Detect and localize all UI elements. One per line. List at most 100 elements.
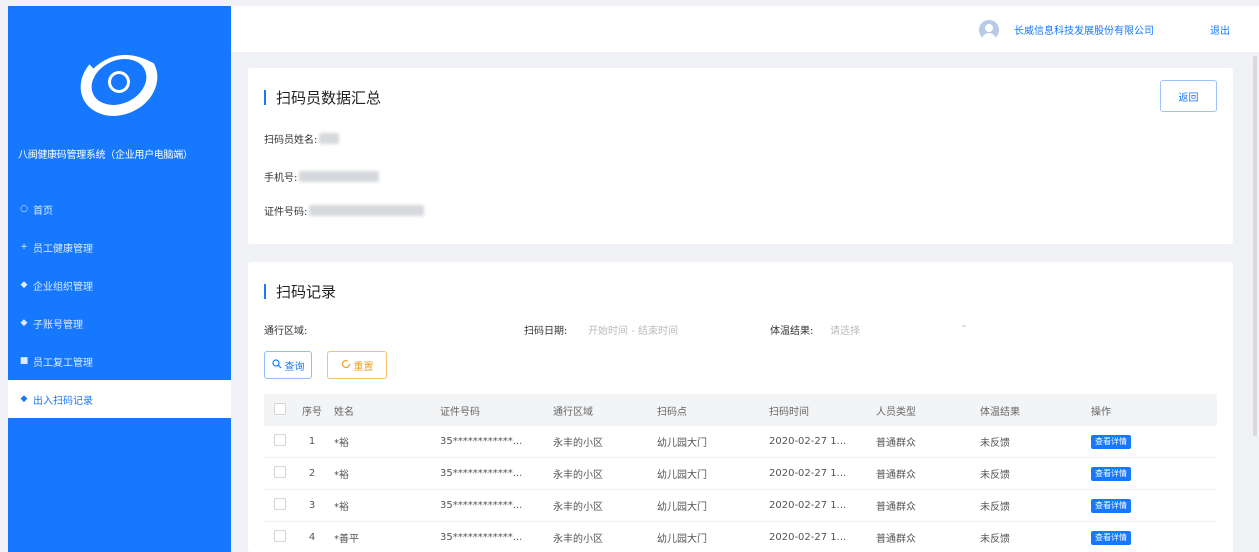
col-action: 操作	[1091, 406, 1111, 418]
cell-type: 普通群众	[876, 534, 916, 545]
date-range-input[interactable]: 开始时间 - 结束时间	[588, 322, 678, 337]
cell-temp: 未反馈	[980, 534, 1010, 545]
logout-link[interactable]: 退出	[1210, 22, 1230, 37]
sidebar-item-label: 子账号管理	[33, 319, 83, 331]
sidebar-item-label: 员工健康管理	[33, 243, 93, 255]
header: 长威信息科技发展股份有限公司 退出	[231, 6, 1259, 52]
area-filter-label: 通行区域:	[264, 326, 308, 337]
cell-area: 永丰的小区	[553, 534, 603, 545]
scanner-summary-card: 扫码员数据汇总 返回 扫码员姓名: 手机号: 证件号码:	[248, 68, 1233, 244]
cell-area: 永丰的小区	[553, 438, 603, 449]
cell-point: 幼儿园大门	[657, 534, 707, 545]
sidebar-item-scan-records[interactable]: ◆ 出入扫码记录	[8, 380, 231, 418]
temp-select[interactable]: 请选择	[830, 322, 860, 337]
cell-name: *善平	[334, 534, 359, 545]
scanner-name-label: 扫码员姓名:	[264, 135, 318, 146]
cell-index: 1	[308, 436, 316, 447]
phone-row: 手机号:	[264, 169, 380, 184]
chevron-down-icon[interactable]: ⌄	[960, 320, 968, 330]
cell-point: 幼儿园大门	[657, 470, 707, 481]
sidebar-item-label: 出入扫码记录	[33, 395, 93, 407]
view-detail-button[interactable]: 查看详情	[1091, 466, 1131, 481]
col-name: 姓名	[334, 406, 354, 418]
table-row: 1 *裕 35************... 永丰的小区 幼儿园大门 2020-…	[264, 426, 1217, 458]
cell-time: 2020-02-27 1...	[769, 468, 847, 479]
cell-temp: 未反馈	[980, 470, 1010, 481]
view-detail-button[interactable]: 查看详情	[1091, 498, 1131, 513]
sidebar-item-health[interactable]: + 员工健康管理	[8, 228, 231, 266]
page-scrollbar[interactable]	[1253, 56, 1257, 436]
id-label: 证件号码:	[264, 207, 308, 218]
id-row: 证件号码:	[264, 203, 425, 218]
org-icon: ◆	[20, 280, 28, 290]
col-temp: 体温结果	[980, 406, 1020, 418]
cell-id: 35************...	[440, 436, 523, 447]
back-button[interactable]: 返回	[1160, 80, 1217, 112]
account-icon: ◆	[20, 318, 28, 328]
work-icon: ■	[19, 356, 29, 366]
cell-name: *裕	[334, 502, 349, 513]
cell-index: 3	[308, 500, 316, 511]
search-button[interactable]: 查询	[264, 351, 312, 379]
redacted-value	[319, 133, 340, 144]
col-type: 人员类型	[876, 406, 916, 418]
col-index: 序号	[302, 406, 322, 418]
phone-label: 手机号:	[264, 173, 298, 184]
redacted-value	[309, 205, 425, 216]
cell-area: 永丰的小区	[553, 502, 603, 513]
col-point: 扫码点	[657, 406, 687, 418]
search-label: 查询	[284, 361, 305, 373]
view-detail-button[interactable]: 查看详情	[1091, 434, 1131, 449]
sidebar-item-label: 员工复工管理	[33, 357, 93, 369]
col-time: 扫码时间	[769, 406, 809, 418]
row-checkbox[interactable]	[274, 434, 286, 446]
table-header: 序号 姓名 证件号码 通行区域 扫码点 扫码时间 人员类型 体温结果 操作	[264, 394, 1217, 426]
sidebar: 八闽健康码管理系统（企业用户电脑端） ○ 首页 + 员工健康管理 ◆ 企业组织管…	[8, 6, 231, 552]
cell-time: 2020-02-27 1...	[769, 500, 847, 511]
company-name[interactable]: 长威信息科技发展股份有限公司	[1014, 22, 1154, 37]
sidebar-item-organization[interactable]: ◆ 企业组织管理	[8, 266, 231, 304]
cell-point: 幼儿园大门	[657, 438, 707, 449]
cell-type: 普通群众	[876, 502, 916, 513]
cell-index: 2	[308, 468, 316, 479]
cell-type: 普通群众	[876, 438, 916, 449]
cell-temp: 未反馈	[980, 502, 1010, 513]
cell-id: 35************...	[440, 468, 523, 479]
temp-filter-label: 体温结果:	[770, 326, 814, 337]
summary-title: 扫码员数据汇总	[264, 87, 381, 108]
sidebar-item-home[interactable]: ○ 首页	[8, 190, 231, 228]
row-checkbox[interactable]	[274, 466, 286, 478]
col-area: 通行区域	[553, 406, 593, 418]
search-icon	[271, 358, 282, 372]
system-name: 八闽健康码管理系统（企业用户电脑端）	[18, 150, 193, 161]
cell-type: 普通群众	[876, 470, 916, 481]
select-all-checkbox[interactable]	[274, 402, 286, 415]
records-table: 序号 姓名 证件号码 通行区域 扫码点 扫码时间 人员类型 体温结果 操作 1 …	[264, 394, 1217, 552]
cell-time: 2020-02-27 1...	[769, 532, 847, 543]
cell-time: 2020-02-27 1...	[769, 436, 847, 447]
refresh-icon	[341, 359, 351, 372]
sidebar-menu: ○ 首页 + 员工健康管理 ◆ 企业组织管理 ◆ 子账号管理 ■ 员工复工管理 …	[8, 190, 231, 418]
row-checkbox[interactable]	[274, 530, 286, 542]
cell-name: *裕	[334, 470, 349, 481]
records-title: 扫码记录	[264, 281, 336, 302]
row-checkbox[interactable]	[274, 498, 286, 510]
reset-button[interactable]: 重置	[327, 351, 387, 379]
cell-area: 永丰的小区	[553, 470, 603, 481]
sidebar-item-return-work[interactable]: ■ 员工复工管理	[8, 342, 231, 380]
sidebar-item-label: 首页	[33, 205, 53, 217]
sidebar-item-label: 企业组织管理	[33, 281, 93, 293]
sidebar-item-subaccount[interactable]: ◆ 子账号管理	[8, 304, 231, 342]
redacted-value	[299, 171, 380, 182]
view-detail-button[interactable]: 查看详情	[1091, 530, 1131, 545]
date-filter-label: 扫码日期:	[524, 326, 568, 337]
cell-id: 35************...	[440, 532, 523, 543]
plus-icon: +	[20, 242, 28, 252]
avatar[interactable]	[979, 20, 999, 40]
cell-index: 4	[308, 532, 316, 543]
table-row: 2 *裕 35************... 永丰的小区 幼儿园大门 2020-…	[264, 458, 1217, 490]
reset-label: 重置	[353, 361, 374, 373]
cell-point: 幼儿园大门	[657, 502, 707, 513]
record-icon: ◆	[20, 394, 28, 404]
cell-temp: 未反馈	[980, 438, 1010, 449]
